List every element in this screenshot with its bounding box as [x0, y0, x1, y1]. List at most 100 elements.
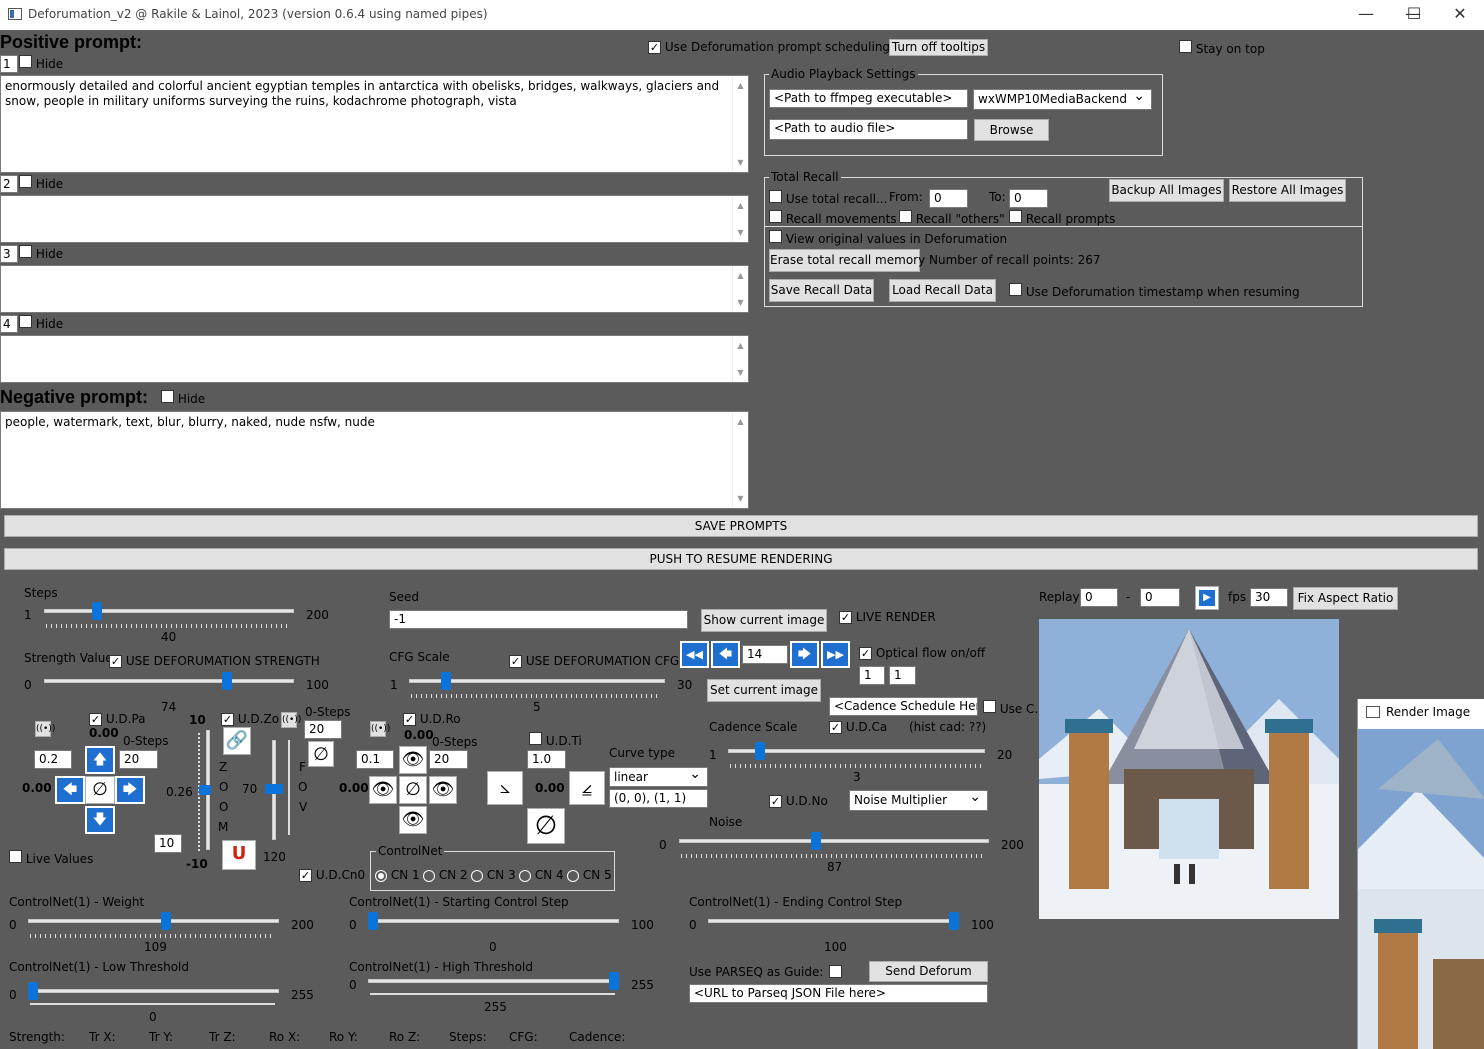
cn-low-thumb[interactable]: [28, 982, 38, 1000]
udca-checkbox[interactable]: [829, 721, 842, 734]
rotate-down-eye-icon[interactable]: 👁: [399, 806, 427, 834]
use-total-recall-checkbox[interactable]: [769, 190, 782, 203]
use-scheduling-checkbox[interactable]: [648, 41, 661, 54]
live-render-row[interactable]: LIVE RENDER: [839, 610, 936, 624]
prompt-1-number[interactable]: 1: [0, 55, 18, 73]
send-deforum-button[interactable]: Send Deforum: [869, 961, 988, 982]
pan-audio-icon[interactable]: ((•)): [35, 721, 55, 737]
seed-input[interactable]: -1: [389, 610, 688, 629]
strength-slider-thumb[interactable]: [221, 672, 232, 690]
negative-scrollbar[interactable]: ▲ ▼: [732, 412, 748, 508]
steps-track[interactable]: [44, 609, 294, 613]
live-render-checkbox[interactable]: [839, 611, 852, 624]
zoom-steps-input[interactable]: 10: [154, 834, 182, 853]
prompt-2-textarea[interactable]: ▲ ▼: [0, 195, 749, 243]
render-image-window[interactable]: Render Image: [1357, 699, 1484, 1049]
udno-row[interactable]: U.D.No: [769, 794, 828, 808]
steps-slider-thumb[interactable]: [92, 602, 102, 620]
prompt-1-textarea[interactable]: enormously detailed and colorful ancient…: [0, 75, 749, 173]
use-timestamp-row[interactable]: Use Deforumation timestamp when resuming: [1009, 283, 1300, 299]
noise-slider-thumb[interactable]: [811, 832, 821, 850]
use-scheduling-row[interactable]: Use Deforumation prompt scheduling: [648, 40, 890, 54]
prompt-4-hide-checkbox[interactable]: [19, 315, 32, 328]
curve-points-input[interactable]: (0, 0), (1, 1): [609, 789, 708, 808]
set-current-image-button[interactable]: Set current image: [707, 679, 821, 702]
cfg-slider-thumb[interactable]: [440, 672, 451, 690]
browse-button[interactable]: Browse: [974, 119, 1049, 141]
curve-type-select[interactable]: linear: [609, 766, 708, 787]
cadence-track[interactable]: [728, 749, 985, 753]
cn-high-thumb[interactable]: [609, 972, 619, 990]
recall-others-row[interactable]: Recall "others": [899, 210, 1005, 226]
from-input[interactable]: 0: [929, 189, 968, 208]
erase-recall-button[interactable]: Erase total recall memory: [769, 249, 925, 272]
pan-left-icon[interactable]: 🡄: [55, 776, 85, 804]
zoom-slider-thumb[interactable]: [199, 785, 211, 795]
cn-end-track[interactable]: [708, 919, 959, 923]
prompt-3-number[interactable]: 3: [0, 245, 18, 263]
restore-all-images-button[interactable]: Restore All Images: [1229, 179, 1346, 202]
fov-audio-icon[interactable]: ((•)): [281, 712, 301, 728]
stay-on-top-row[interactable]: Stay on top: [1179, 40, 1265, 56]
step-forward-icon[interactable]: 🡆: [790, 641, 819, 668]
cn-high-track[interactable]: [368, 979, 619, 983]
udno-checkbox[interactable]: [769, 795, 782, 808]
recall-movements-checkbox[interactable]: [769, 210, 782, 223]
rotation-zero-steps-input[interactable]: 20: [429, 750, 468, 769]
view-original-checkbox[interactable]: [769, 230, 782, 243]
recall-prompts-row[interactable]: Recall prompts: [1009, 210, 1115, 226]
cadence-schedule-input[interactable]: <Cadence Schedule Here>: [829, 697, 978, 716]
cn1-radio[interactable]: [375, 869, 387, 882]
use-timestamp-checkbox[interactable]: [1009, 283, 1022, 296]
prompt-2-hide-row[interactable]: Hide: [19, 175, 63, 191]
prompt-2-hide-checkbox[interactable]: [19, 175, 32, 188]
pan-up-icon[interactable]: 🡅: [85, 746, 115, 774]
cn2-option[interactable]: CN 2: [423, 868, 468, 882]
udzo-checkbox[interactable]: [221, 713, 234, 726]
rotation-step-input[interactable]: 0.1: [356, 750, 394, 769]
udti-checkbox[interactable]: [529, 732, 542, 745]
cn4-option[interactable]: CN 4: [519, 868, 564, 882]
optical-b-input[interactable]: 1: [889, 666, 916, 685]
tilt-step-input[interactable]: 1.0: [527, 750, 566, 769]
prompt-3-scrollbar[interactable]: ▲ ▼: [732, 266, 748, 312]
to-input[interactable]: 0: [1009, 189, 1048, 208]
strength-track[interactable]: [44, 679, 294, 683]
udca-row[interactable]: U.D.Ca: [829, 720, 887, 734]
udro-checkbox[interactable]: [403, 713, 416, 726]
prompt-3-hide-row[interactable]: Hide: [19, 245, 63, 261]
udti-row[interactable]: U.D.Ti: [529, 732, 582, 748]
cn-end-thumb[interactable]: [949, 912, 959, 930]
optical-flow-checkbox[interactable]: [859, 647, 872, 660]
stay-on-top-checkbox[interactable]: [1179, 40, 1192, 53]
rotation-reset-icon[interactable]: ∅: [399, 776, 427, 804]
use-total-recall-row[interactable]: Use total recall...: [769, 190, 887, 206]
optical-a-input[interactable]: 1: [859, 666, 885, 685]
udpa-row[interactable]: U.D.Pa: [89, 712, 146, 726]
prompt-1-hide-row[interactable]: Hide: [19, 55, 63, 71]
optical-flow-row[interactable]: Optical flow on/off: [859, 646, 985, 660]
prompt-2-scrollbar[interactable]: ▲ ▼: [732, 196, 748, 242]
noise-multiplier-select[interactable]: Noise Multiplier: [849, 789, 988, 811]
zoom-zero-steps-input[interactable]: 20: [304, 720, 342, 739]
prompt-3-hide-checkbox[interactable]: [19, 245, 32, 258]
negative-hide-checkbox[interactable]: [161, 390, 174, 403]
use-strength-checkbox[interactable]: [109, 655, 122, 668]
cn-weight-track[interactable]: [28, 919, 279, 923]
cn5-radio[interactable]: [567, 869, 579, 882]
rotate-left-eye-icon[interactable]: 👁: [369, 776, 397, 804]
cn5-option[interactable]: CN 5: [567, 868, 612, 882]
step-back-icon[interactable]: 🡄: [711, 641, 740, 668]
cn-start-track[interactable]: [368, 919, 619, 923]
magnet-icon[interactable]: U: [222, 840, 256, 870]
cn1-option[interactable]: CN 1: [375, 868, 420, 882]
replay-to-input[interactable]: 0: [1140, 588, 1180, 607]
noise-track[interactable]: [679, 839, 989, 843]
use-cadence-row[interactable]: Use C.: [983, 700, 1038, 716]
cn-start-thumb[interactable]: [368, 912, 378, 930]
use-strength-row[interactable]: USE DEFORUMATION STRENGTH: [109, 654, 320, 668]
rotate-right-eye-icon[interactable]: 👁: [429, 776, 457, 804]
save-prompts-button[interactable]: SAVE PROMPTS: [4, 515, 1478, 537]
show-current-image-button[interactable]: Show current image: [701, 609, 827, 632]
zoom-reset-icon[interactable]: ∅: [308, 741, 334, 767]
